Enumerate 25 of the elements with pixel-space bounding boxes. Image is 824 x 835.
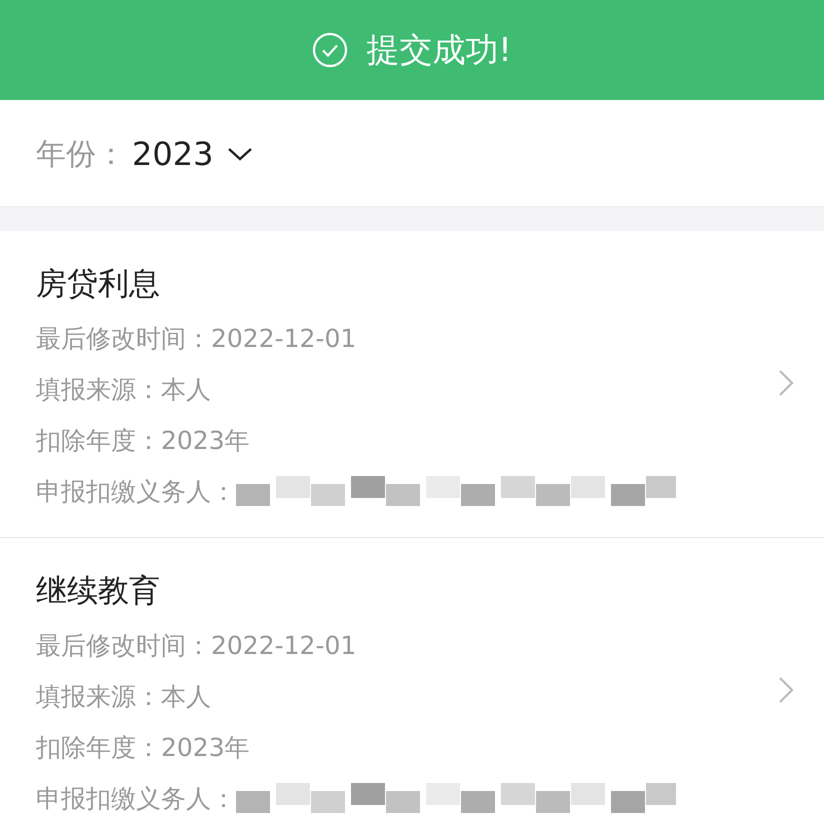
chevron-right-icon — [778, 676, 794, 704]
field-label: 扣除年度： — [36, 425, 161, 457]
year-dropdown[interactable]: 2023 — [132, 135, 254, 173]
year-label: 年份： — [36, 136, 126, 174]
field-label: 扣除年度： — [36, 732, 161, 764]
field-label: 最后修改时间： — [36, 630, 211, 662]
field-label: 申报扣缴义务人： — [36, 476, 236, 508]
field-label: 最后修改时间： — [36, 323, 211, 355]
field-label: 申报扣缴义务人： — [36, 783, 236, 815]
chevron-right-icon — [778, 369, 794, 397]
field-value: 本人 — [161, 681, 211, 713]
field-label: 填报来源： — [36, 681, 161, 713]
field-label: 填报来源： — [36, 374, 161, 406]
record-title: 房贷利息 — [36, 265, 161, 304]
caret-icon — [227, 146, 254, 162]
field-value: 2023年 — [161, 732, 250, 764]
record-card[interactable]: 继续教育 最后修改时间：2022-12-01 填报来源：本人 扣除年度：2023年 申报扣缴义务人： — [0, 538, 824, 835]
record-title: 继续教育 — [36, 572, 161, 611]
field-value: 2022-12-01 — [211, 631, 356, 660]
success-message: 提交成功! — [366, 28, 512, 70]
check-circle-icon — [312, 32, 348, 68]
field-value: 2022-12-01 — [211, 324, 356, 353]
record-card[interactable]: 房贷利息 最后修改时间：2022-12-01 填报来源：本人 扣除年度：2023年 申报扣缴义务人： — [0, 231, 824, 538]
field-value: 本人 — [161, 374, 211, 406]
field-value: 2023年 — [161, 425, 250, 457]
